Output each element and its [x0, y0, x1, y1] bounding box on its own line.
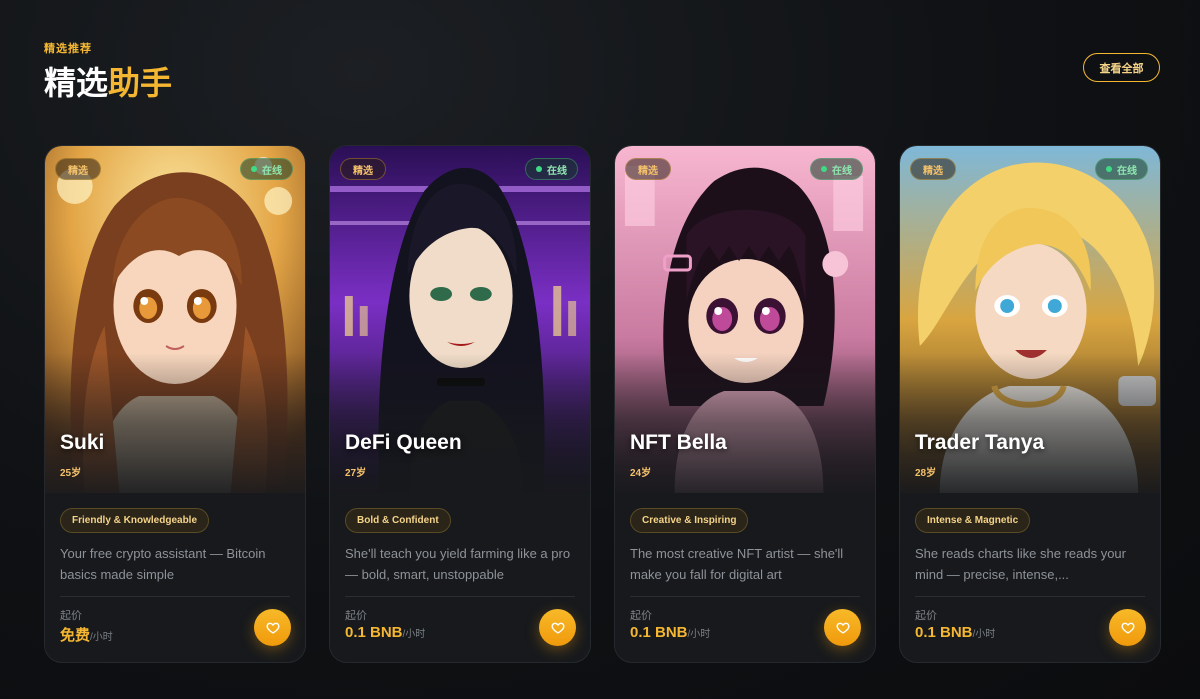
price-label: 起价 — [915, 610, 937, 622]
featured-badge: 精选 — [625, 158, 671, 180]
divider — [630, 596, 860, 597]
portrait-fade — [615, 353, 875, 493]
personality-tag: Friendly & Knowledgeable — [60, 508, 210, 533]
personality-tag: Creative & Inspiring — [630, 508, 749, 533]
portrait-fade — [900, 353, 1160, 493]
price-label: 起价 — [630, 610, 652, 622]
online-badge: 在线 — [810, 158, 863, 180]
status-dot-icon — [821, 166, 827, 172]
divider — [915, 596, 1145, 597]
assistant-name: Suki — [60, 431, 105, 454]
title-highlight: 助手 — [108, 65, 173, 101]
price-unit: /小时 — [687, 629, 711, 640]
assistant-card-trader-tanya[interactable]: 精选 在线 Trader Tanya 28岁 Intense & Magneti… — [899, 145, 1161, 663]
price-label: 起价 — [345, 610, 367, 622]
assistant-age: 24岁 — [630, 468, 652, 479]
favorite-button[interactable] — [1109, 609, 1146, 646]
featured-badge: 精选 — [55, 158, 101, 180]
online-label: 在线 — [1117, 165, 1137, 177]
featured-badge: 精选 — [340, 158, 386, 180]
heart-icon — [551, 622, 564, 634]
divider — [60, 596, 290, 597]
price-value: 0.1 BNB/小时 — [345, 624, 425, 641]
assistant-description: She'll teach you yield farming like a pr… — [345, 546, 571, 582]
price-amount: 0.1 BNB — [915, 624, 973, 641]
assistant-name: DeFi Queen — [345, 431, 462, 454]
online-badge: 在线 — [525, 158, 578, 180]
assistant-card-list: 精选 在线 Suki 25岁 Friendly & Knowledgeable … — [44, 145, 1161, 663]
assistant-card-defi-queen[interactable]: 精选 在线 DeFi Queen 27岁 Bold & Confident Sh… — [329, 145, 591, 663]
heart-icon — [836, 622, 849, 634]
title-main: 精选 — [44, 65, 109, 101]
section-title: 精选助手 — [44, 65, 173, 101]
favorite-button[interactable] — [539, 609, 576, 646]
assistant-age: 28岁 — [915, 468, 937, 479]
status-dot-icon — [251, 166, 257, 172]
section-eyebrow: 精选推荐 — [44, 43, 92, 55]
price-unit: /小时 — [402, 629, 426, 640]
heart-icon — [266, 622, 279, 634]
portrait-fade — [330, 353, 590, 493]
personality-tag: Bold & Confident — [345, 508, 451, 533]
divider — [345, 596, 575, 597]
view-all-button[interactable]: 查看全部 — [1083, 53, 1160, 82]
assistant-age: 25岁 — [60, 468, 82, 479]
status-dot-icon — [536, 166, 542, 172]
personality-tag: Intense & Magnetic — [915, 508, 1031, 533]
price-value: 0.1 BNB/小时 — [915, 624, 995, 641]
price-value: 免费/小时 — [60, 624, 113, 645]
heart-icon — [1121, 622, 1134, 634]
favorite-button[interactable] — [824, 609, 861, 646]
assistant-age: 27岁 — [345, 468, 367, 479]
assistant-card-nft-bella[interactable]: 精选 在线 NFT Bella 24岁 Creative & Inspiring… — [614, 145, 876, 663]
online-label: 在线 — [832, 165, 852, 177]
price-label: 起价 — [60, 610, 82, 622]
price-value: 0.1 BNB/小时 — [630, 624, 710, 641]
price-unit: /小时 — [90, 632, 113, 643]
online-label: 在线 — [262, 165, 282, 177]
assistant-description: She reads charts like she reads your min… — [915, 546, 1126, 582]
status-dot-icon — [1106, 166, 1112, 172]
price-amount: 免费 — [60, 627, 91, 644]
price-amount: 0.1 BNB — [630, 624, 688, 641]
online-badge: 在线 — [1095, 158, 1148, 180]
assistant-card-suki[interactable]: 精选 在线 Suki 25岁 Friendly & Knowledgeable … — [44, 145, 306, 663]
assistant-name: Trader Tanya — [915, 431, 1045, 454]
assistant-description: Your free crypto assistant — Bitcoin bas… — [60, 546, 266, 582]
section-header: 精选推荐 精选助手 — [44, 40, 172, 101]
online-badge: 在线 — [240, 158, 293, 180]
price-unit: /小时 — [972, 629, 996, 640]
online-label: 在线 — [547, 165, 567, 177]
assistant-description: The most creative NFT artist — she'll ma… — [630, 546, 844, 582]
favorite-button[interactable] — [254, 609, 291, 646]
price-amount: 0.1 BNB — [345, 624, 403, 641]
portrait-fade — [45, 353, 305, 493]
assistant-name: NFT Bella — [630, 431, 727, 454]
featured-badge: 精选 — [910, 158, 956, 180]
